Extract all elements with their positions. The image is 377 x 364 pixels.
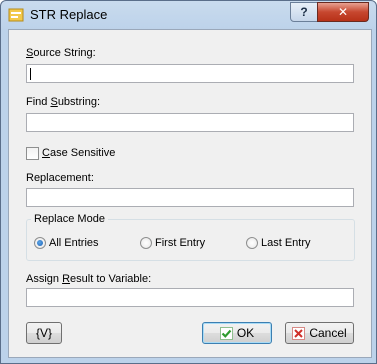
source-string-label: Source String:	[26, 47, 96, 59]
case-sensitive-label[interactable]: Case Sensitive	[42, 147, 115, 159]
cancel-button-label: Cancel	[309, 326, 347, 340]
find-substring-label: Find Substring:	[26, 96, 101, 108]
checkmark-icon	[219, 326, 233, 340]
text-caret	[30, 68, 31, 80]
help-button[interactable]: ?	[290, 2, 318, 22]
cancel-button[interactable]: Cancel	[285, 322, 354, 344]
ok-button[interactable]: OK	[202, 322, 272, 344]
find-substring-input[interactable]	[26, 113, 354, 132]
dialog-body: Source String: Find Substring: Case Sens…	[8, 29, 372, 358]
replace-mode-title: Replace Mode	[31, 213, 108, 225]
assign-result-label: Assign Result to Variable:	[26, 273, 152, 285]
replacement-label: Replacement:	[26, 172, 94, 184]
replacement-input[interactable]	[26, 188, 354, 207]
app-icon	[8, 8, 24, 22]
variables-button[interactable]: {V}	[26, 322, 62, 344]
help-icon: ?	[300, 5, 308, 19]
radio-last-entry-label[interactable]: Last Entry	[261, 237, 311, 249]
source-string-input[interactable]	[26, 64, 354, 83]
radio-first-entry-label[interactable]: First Entry	[155, 237, 205, 249]
case-sensitive-checkbox[interactable]	[26, 147, 39, 160]
window-title: STR Replace	[30, 7, 108, 22]
cancel-x-icon	[292, 326, 306, 340]
close-button[interactable]: ✕	[317, 2, 369, 22]
radio-first-entry[interactable]	[140, 237, 152, 249]
ok-button-label: OK	[236, 326, 255, 340]
radio-all-entries-label[interactable]: All Entries	[49, 237, 99, 249]
radio-all-entries[interactable]	[34, 237, 46, 249]
radio-last-entry[interactable]	[246, 237, 258, 249]
dialog-window: STR Replace ? ✕ Source String: Find Subs…	[0, 0, 377, 364]
close-icon: ✕	[337, 5, 349, 19]
assign-result-input[interactable]	[26, 288, 354, 307]
variables-button-label: {V}	[35, 326, 53, 340]
title-bar[interactable]: STR Replace ? ✕	[1, 1, 376, 29]
